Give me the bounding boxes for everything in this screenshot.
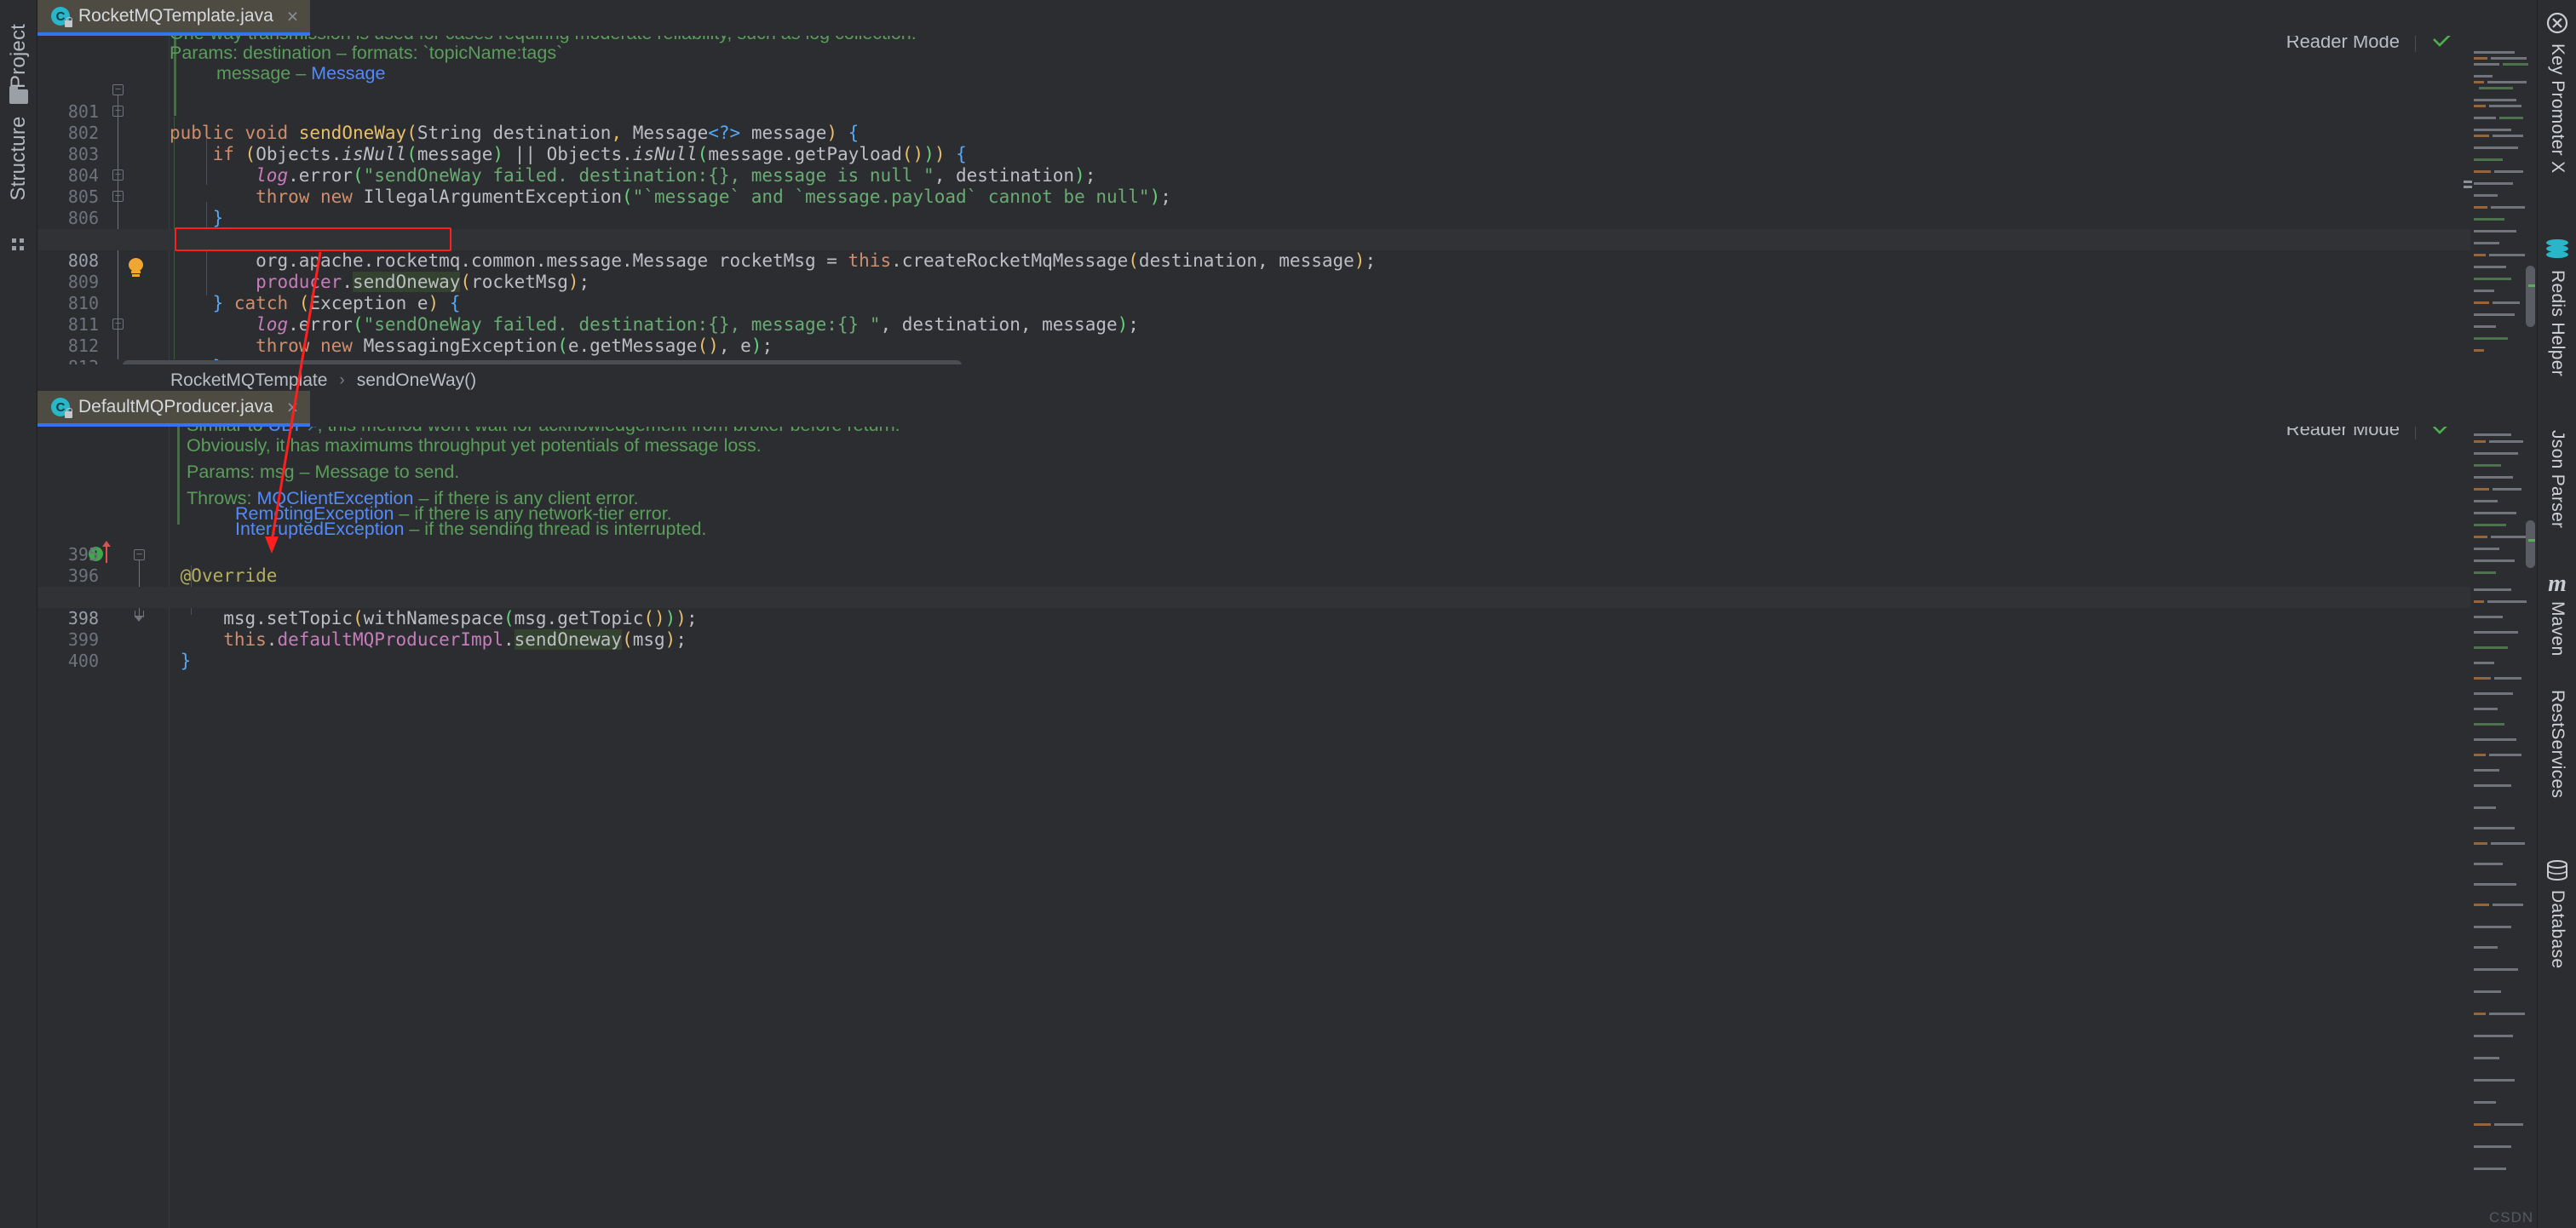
code-line[interactable]: 805 } xyxy=(37,165,2537,186)
sidebar-label: Key Promoter X xyxy=(2547,43,2567,173)
tab-rocketmqtemplate[interactable]: C RocketMQTemplate.java × xyxy=(37,0,310,36)
code-line[interactable]: 812 } xyxy=(37,314,2537,336)
grid-icon[interactable] xyxy=(12,238,26,252)
bottom-minimap[interactable] xyxy=(2470,427,2537,1228)
right-tool-strip: Key Promoter X Redis Helper Json Parser … xyxy=(2537,0,2576,1228)
code-line[interactable]: 806 try { xyxy=(37,186,2537,208)
folder-icon[interactable] xyxy=(9,89,28,104)
code-line[interactable]: 396 public void sendOneway(Message msg) … xyxy=(37,544,2537,565)
sidebar-label: RestServices xyxy=(2547,690,2567,798)
doc-text: Similar to xyxy=(187,427,268,435)
code-line[interactable]: 809 } catch (Exception e) { xyxy=(37,250,2537,272)
sidebar-item-key-promoter-x[interactable]: Key Promoter X xyxy=(2538,12,2576,173)
code-line[interactable]: 801 public void sendOneWay(String destin… xyxy=(37,80,2537,101)
horizontal-scrollbar[interactable] xyxy=(123,360,962,364)
top-code-area[interactable]: One-way transmission is used for cases r… xyxy=(37,36,2537,364)
line-text: } xyxy=(170,651,191,672)
bottom-editor[interactable]: Reader Mode Similar to UDP↗, this method… xyxy=(37,427,2537,1228)
code-line[interactable]: 807 org.apache.rocketmq.common.message.M… xyxy=(37,208,2537,229)
code-line[interactable]: 399 } xyxy=(37,608,2537,629)
key-promoter-icon xyxy=(2546,12,2568,38)
doc-line-2: Params: destination – formats: `topicNam… xyxy=(170,43,562,64)
code-line-highlighted[interactable]: 398 this.defaultMQProducerImpl.sendOnewa… xyxy=(37,587,2537,608)
java-class-icon: C xyxy=(51,398,70,416)
error-stripe xyxy=(2528,284,2535,287)
doc-link-udp[interactable]: UDP xyxy=(268,427,307,435)
redis-icon xyxy=(2544,238,2570,265)
sidebar-item-database[interactable]: Database xyxy=(2538,860,2576,968)
doc-comment-bar xyxy=(177,427,180,525)
vertical-scrollbar-thumb[interactable] xyxy=(2526,266,2535,327)
top-editor-tabbar: C RocketMQTemplate.java × xyxy=(37,0,2537,36)
sidebar-label: Maven xyxy=(2547,601,2567,657)
doc-text: , this method won't wait for acknowledge… xyxy=(318,427,900,435)
sidebar-label: Redis Helper xyxy=(2547,270,2567,376)
line-number: 400 xyxy=(37,651,99,672)
sidebar-label: Database xyxy=(2547,890,2567,968)
error-stripe xyxy=(2528,539,2535,542)
external-link-icon: ↗ xyxy=(307,427,318,434)
bottom-code-area[interactable]: Similar to UDP↗, this method won't wait … xyxy=(37,427,2537,1228)
maven-icon: m xyxy=(2548,572,2567,596)
change-marker xyxy=(2464,186,2472,188)
sidebar-item-structure[interactable]: Structure xyxy=(7,116,31,200)
code-line[interactable]: 813 } xyxy=(37,336,2537,357)
doc-line-3: Params: msg – Message to send. xyxy=(187,462,459,483)
code-line[interactable]: 400 xyxy=(37,629,2537,651)
database-icon xyxy=(2545,860,2569,885)
doc-line-2: Obviously, it has maximums throughput ye… xyxy=(187,435,762,456)
sidebar-item-redis-helper[interactable]: Redis Helper xyxy=(2538,238,2576,376)
tab-defaultmqproducer[interactable]: C DefaultMQProducer.java × xyxy=(37,391,310,427)
tab-label: RocketMQTemplate.java xyxy=(78,6,273,26)
watermark: CSDN @HGW689 xyxy=(2489,1209,2576,1228)
bottom-editor-tabbar: C DefaultMQProducer.java × xyxy=(37,391,2537,427)
sidebar-item-json-parser[interactable]: Json Parser xyxy=(2538,430,2576,528)
top-minimap[interactable] xyxy=(2470,36,2537,364)
breadcrumb-class[interactable]: RocketMQTemplate xyxy=(170,370,327,391)
tab-label: DefaultMQProducer.java xyxy=(78,397,273,417)
breadcrumb: RocketMQTemplate › sendOneWay() xyxy=(170,370,476,391)
code-line[interactable]: 397 msg.setTopic(withNamespace(msg.getTo… xyxy=(37,565,2537,587)
sidebar-item-rest-services[interactable]: RestServices xyxy=(2538,690,2576,798)
code-line[interactable]: 395 @Override xyxy=(37,523,2537,544)
java-class-icon: C xyxy=(51,7,70,26)
close-icon[interactable]: × xyxy=(287,398,298,417)
sidebar-label: Json Parser xyxy=(2547,430,2567,528)
code-line[interactable]: 810 log.error("sendOneWay failed. destin… xyxy=(37,272,2537,293)
sidebar-item-maven[interactable]: m Maven xyxy=(2538,572,2576,657)
ide-window: Project Structure Key Promoter X Redis H… xyxy=(0,0,2576,1228)
code-line-highlighted[interactable]: 808 producer.sendOneway(rocketMsg); xyxy=(37,229,2537,250)
code-line[interactable]: 802 if (Objects.isNull(message) || Objec… xyxy=(37,101,2537,123)
left-tool-strip: Project Structure xyxy=(0,0,37,1228)
code-line[interactable]: 804 throw new IllegalArgumentException("… xyxy=(37,144,2537,165)
change-marker xyxy=(2464,181,2472,183)
breadcrumb-method[interactable]: sendOneWay() xyxy=(357,370,476,391)
top-editor[interactable]: Reader Mode One-way transmission is used… xyxy=(37,36,2537,364)
vertical-scrollbar-thumb[interactable] xyxy=(2526,520,2535,568)
close-icon[interactable]: × xyxy=(287,7,298,26)
code-line[interactable]: 811 throw new MessagingException(e.getMe… xyxy=(37,293,2537,314)
chevron-right-icon: › xyxy=(339,371,344,390)
code-line[interactable]: 803 log.error("sendOneWay failed. destin… xyxy=(37,123,2537,144)
sidebar-item-project[interactable]: Project xyxy=(7,24,31,89)
